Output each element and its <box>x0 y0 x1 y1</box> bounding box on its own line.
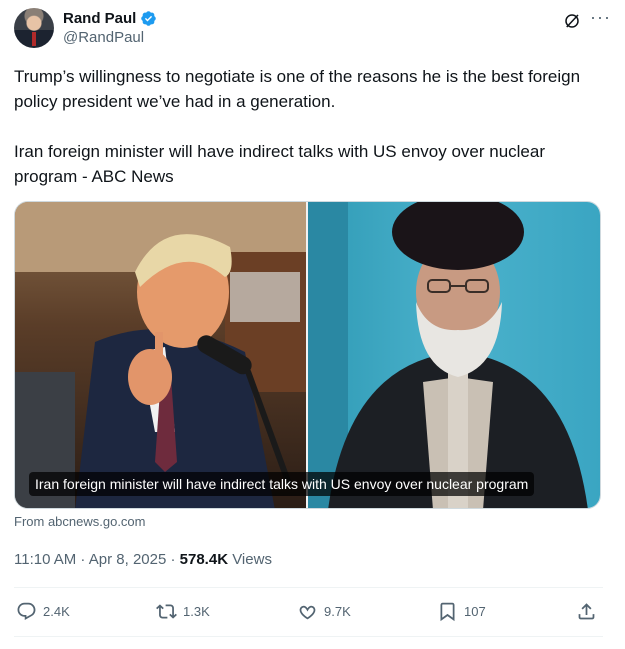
reply-button[interactable]: 2.4K <box>16 598 70 624</box>
tweet-text: Trump’s willingness to negotiate is one … <box>14 64 604 189</box>
like-count: 9.7K <box>324 603 351 619</box>
reply-count: 2.4K <box>43 603 70 619</box>
views-count: 578.4K <box>179 551 229 568</box>
repost-icon <box>156 603 177 619</box>
repost-button[interactable]: 1.3K <box>156 598 210 624</box>
more-options-icon[interactable]: ··· <box>590 8 611 26</box>
bookmark-button[interactable]: 107 <box>437 598 486 624</box>
action-bar: 2.4K 1.3K 9.7K 107 <box>16 598 604 628</box>
views-label: Views <box>228 551 272 568</box>
photo-trump <box>15 202 306 508</box>
timestamp[interactable]: 11:10 AM · Apr 8, 2025 · <box>14 551 180 568</box>
repost-count: 1.3K <box>183 603 210 619</box>
author-avatar[interactable] <box>14 8 54 48</box>
grok-icon[interactable] <box>563 12 581 30</box>
author-handle[interactable]: @RandPaul <box>63 29 144 46</box>
reply-icon <box>17 602 36 620</box>
tweet-meta: 11:10 AM · Apr 8, 2025 · 578.4K Views <box>14 551 272 568</box>
card-source[interactable]: From abcnews.go.com <box>14 514 146 529</box>
separator-top <box>14 587 603 588</box>
share-button[interactable] <box>576 598 597 624</box>
card-caption: Iran foreign minister will have indirect… <box>29 472 535 496</box>
tweet-paragraph-1: Trump’s willingness to negotiate is one … <box>14 67 581 111</box>
heart-icon <box>299 605 316 619</box>
bookmark-count: 107 <box>464 603 486 619</box>
bookmark-icon <box>440 602 455 621</box>
share-icon <box>578 602 595 619</box>
author-display-name[interactable]: Rand Paul <box>63 10 136 27</box>
like-button[interactable]: 9.7K <box>297 598 351 624</box>
tweet-paragraph-2: Iran foreign minister will have indirect… <box>14 142 546 186</box>
tweet-header: Rand Paul @RandPaul ··· <box>14 8 611 52</box>
link-card[interactable]: Iran foreign minister will have indirect… <box>14 201 601 509</box>
separator-bottom <box>14 636 603 637</box>
photo-khamenei <box>308 202 600 508</box>
author-name-row: Rand Paul <box>63 10 157 27</box>
verified-badge-icon[interactable] <box>140 10 157 27</box>
